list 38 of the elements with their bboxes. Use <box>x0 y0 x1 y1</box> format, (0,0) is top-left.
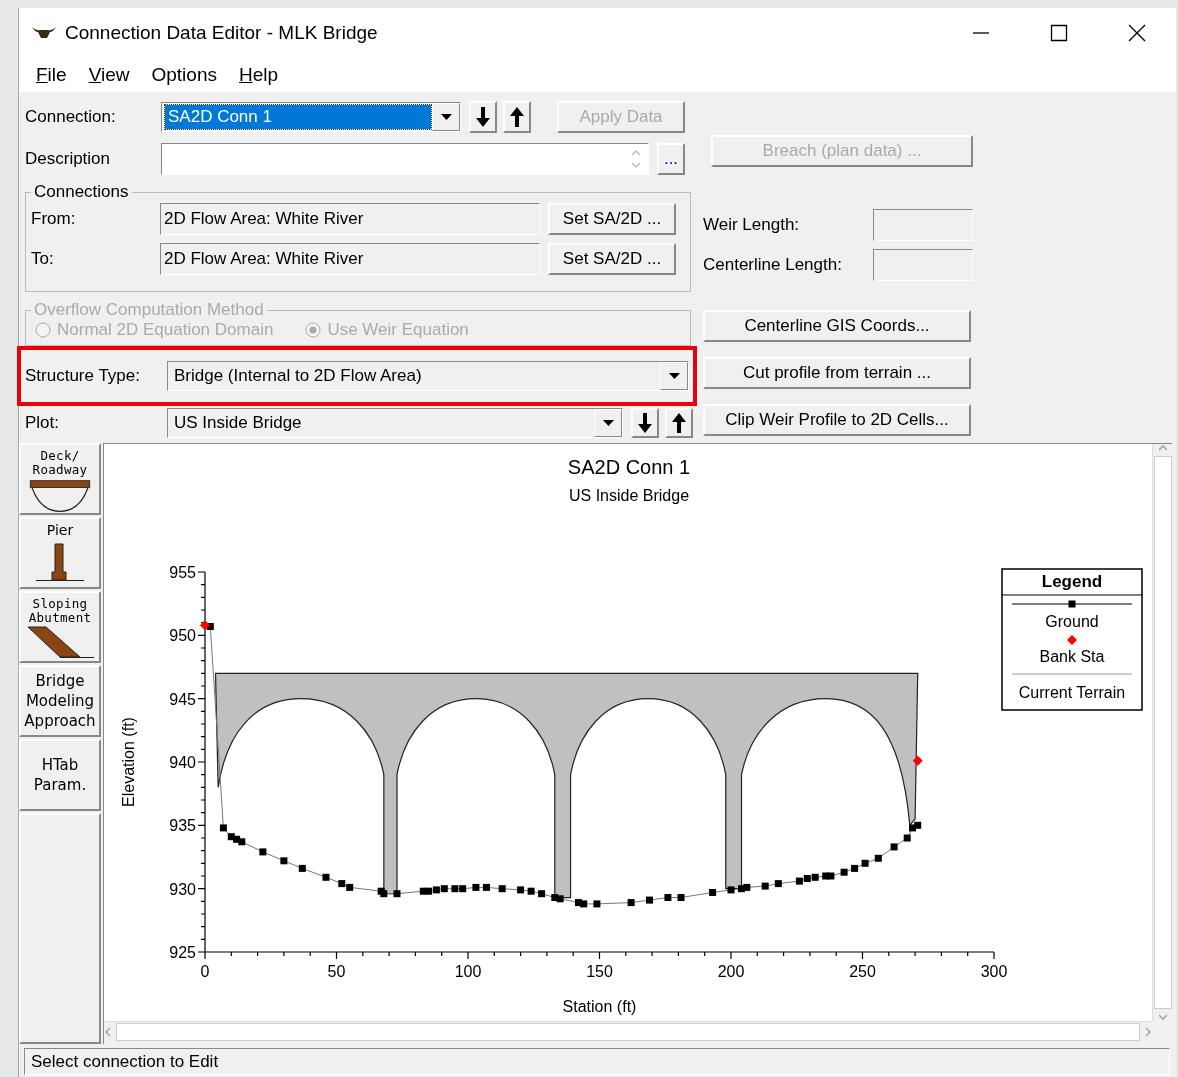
tick-label: 930 <box>169 880 196 898</box>
tick-label: 940 <box>169 754 196 771</box>
tick-label: 200 <box>717 963 745 980</box>
connection-field: 2D Flow Area: White River <box>160 243 540 275</box>
tick-label: 935 <box>169 817 196 835</box>
connection-field: 2D Flow Area: White River <box>160 203 540 235</box>
field-label: Plot: <box>25 413 61 433</box>
tick-label: 925 <box>169 944 196 961</box>
chart-title: SA2D Conn 1 <box>567 456 691 478</box>
tick-label: 150 <box>586 963 613 980</box>
field-label: To: <box>31 249 55 269</box>
chart-subtitle: US Inside Bridge <box>568 487 690 504</box>
field-label: From: <box>31 209 77 229</box>
tick-label: 50 <box>327 963 346 980</box>
group-title: Overflow Computation Method <box>33 300 265 320</box>
tick-label: 250 <box>849 963 876 980</box>
group-title: Connections <box>33 182 130 202</box>
field-label: Weir Length: <box>703 215 801 235</box>
field-label: Structure Type: <box>25 366 141 386</box>
tick-label: 0 <box>200 963 210 980</box>
status-text: Select connection to Edit <box>24 1048 1170 1075</box>
field-label: Connection: <box>25 107 117 127</box>
legend-label: Current Terrain <box>1018 684 1126 701</box>
field-label: Description <box>25 149 112 169</box>
tick-label: 950 <box>169 627 196 645</box>
tick-label: 945 <box>169 690 196 708</box>
tick-label: 100 <box>454 963 482 980</box>
window-title: Connection Data Editor - MLK Bridge <box>65 22 379 44</box>
tick-label: 955 <box>169 564 196 581</box>
radio-label: Normal 2D Equation Domain <box>57 320 274 340</box>
legend-title: Legend <box>1041 572 1103 591</box>
radio-label: Use Weir Equation <box>327 320 469 340</box>
field-label: Centerline Length: <box>703 255 843 275</box>
axis-title: Elevation (ft) <box>120 717 137 807</box>
tick-label: 300 <box>980 963 1008 980</box>
axis-title: Station (ft) <box>562 998 637 1015</box>
legend-label: Ground <box>1045 613 1099 630</box>
legend-label: Bank Sta <box>1039 648 1105 665</box>
